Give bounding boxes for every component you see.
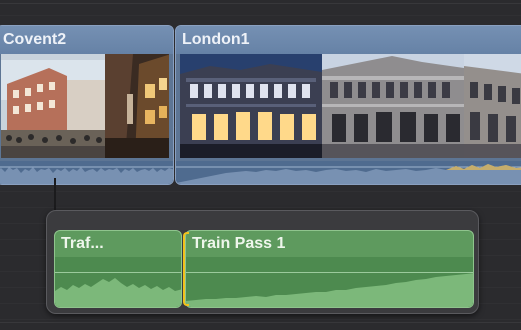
clip-title: Traf... bbox=[61, 235, 104, 252]
video-thumbnail bbox=[180, 54, 322, 158]
audio-waveform bbox=[186, 257, 473, 307]
video-clip-covent2[interactable]: Covent2 bbox=[0, 25, 174, 185]
volume-level-line[interactable] bbox=[186, 272, 473, 273]
audio-waveform bbox=[176, 161, 521, 184]
selection-edge-handle[interactable] bbox=[183, 232, 189, 306]
audio-waveform bbox=[0, 161, 173, 184]
volume-level-line[interactable] bbox=[55, 272, 181, 273]
timeline-divider bbox=[0, 3, 521, 4]
video-thumbnail bbox=[322, 54, 464, 158]
clip-title: Train Pass 1 bbox=[192, 235, 286, 252]
audio-clip-train-pass-1[interactable]: Train Pass 1 bbox=[185, 230, 474, 308]
filmstrip bbox=[1, 54, 169, 158]
clip-title: London1 bbox=[182, 31, 250, 48]
audio-waveform bbox=[55, 257, 181, 307]
connection-line bbox=[54, 178, 56, 214]
audio-clip-traf[interactable]: Traf... bbox=[54, 230, 182, 308]
clip-header: London1 bbox=[176, 26, 521, 54]
video-thumbnail bbox=[1, 54, 105, 158]
clip-header: Covent2 bbox=[0, 26, 173, 54]
filmstrip bbox=[180, 54, 521, 158]
clip-title: Covent2 bbox=[3, 31, 67, 48]
video-thumbnail bbox=[464, 54, 521, 158]
video-thumbnail bbox=[105, 54, 169, 158]
timeline-divider bbox=[0, 322, 521, 323]
video-clip-london1[interactable]: London1 bbox=[175, 25, 521, 185]
